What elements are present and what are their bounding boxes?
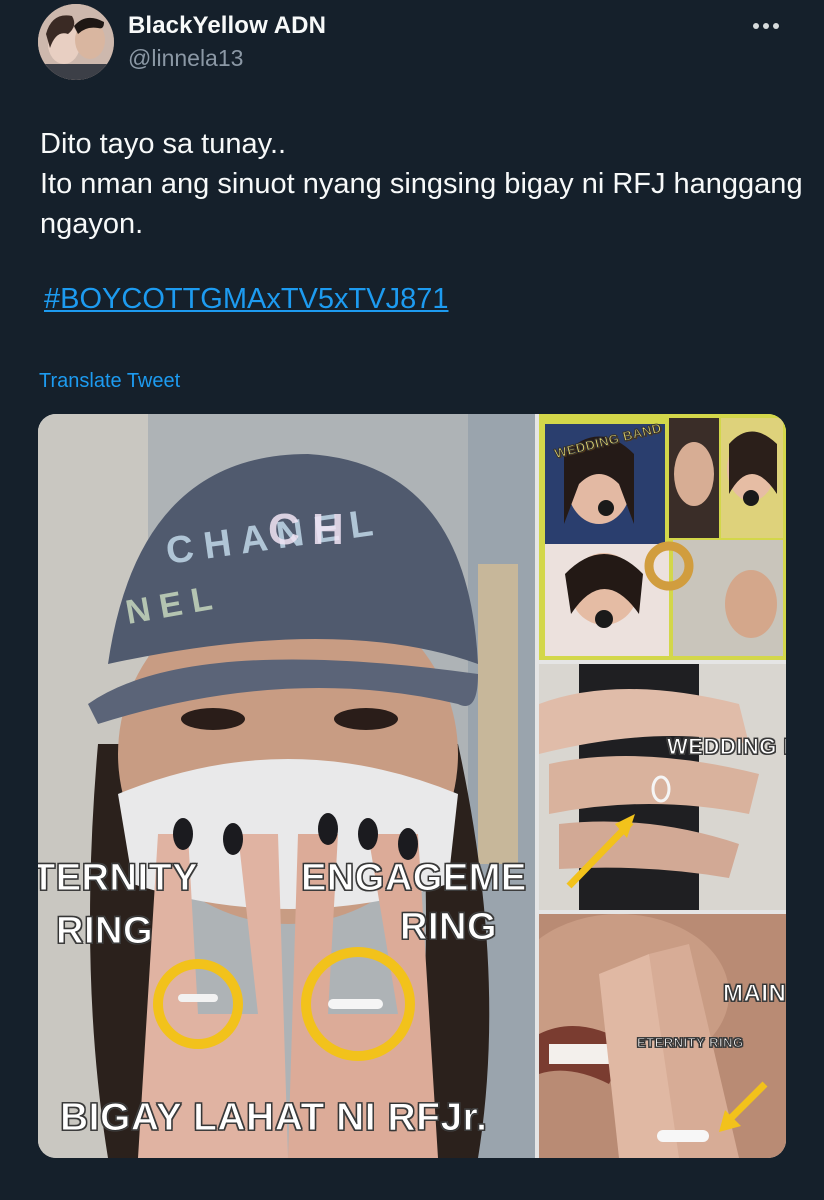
user-handle[interactable]: @linnela13 xyxy=(128,45,243,72)
avatar-image xyxy=(38,4,114,80)
media-photo-wedding-ring[interactable]: WEDDING R xyxy=(539,664,786,910)
label-bigay-lahat: BIGAY LAHAT NI RFJr. xyxy=(60,1096,488,1139)
tweet-text-line: Ito nman ang sinuot nyang singsing bigay… xyxy=(40,168,803,200)
label-eternity-ring: ETERNITY RING xyxy=(637,1035,744,1050)
hashtag-link[interactable]: #BOYCOTTGMAxTV5xTVJ871 xyxy=(44,283,449,316)
more-horizontal-icon-dot xyxy=(763,23,769,29)
more-horizontal-icon xyxy=(753,23,759,29)
main-photo-illustration: C H A N E L N E L C H xyxy=(38,414,535,1158)
more-horizontal-icon-dot xyxy=(773,23,779,29)
media-photo-eternity-ring[interactable]: MAINE ETERNITY RING xyxy=(539,914,786,1158)
more-options-button[interactable] xyxy=(746,10,786,42)
tweet-text-line: Dito tayo sa tunay.. xyxy=(40,128,287,160)
translate-tweet-link[interactable]: Translate Tweet xyxy=(39,370,180,393)
media-photo-wedding-band[interactable]: WEDDING BAND xyxy=(539,414,786,660)
tweet-page: BlackYellow ADN @linnela13 Dito tayo sa … xyxy=(0,0,824,1200)
label-engagement-ring-line1: ENGAGEME xyxy=(301,857,527,899)
svg-text:C H: C H xyxy=(268,505,344,554)
label-eternity-ring-line1: TERNITY xyxy=(38,857,199,899)
label-maine: MAINE xyxy=(723,980,786,1007)
tweet-media-grid[interactable]: C H A N E L N E L C H TERNITY RING ENGAG… xyxy=(38,414,786,1158)
label-wedding-ring: WEDDING R xyxy=(667,734,786,759)
wedding-ring-illustration xyxy=(539,664,786,910)
label-eternity-ring-line2: RING xyxy=(56,910,154,952)
display-name[interactable]: BlackYellow ADN xyxy=(128,12,326,40)
media-photo-main[interactable]: C H A N E L N E L C H TERNITY RING ENGAG… xyxy=(38,414,535,1158)
label-engagement-ring-line2: RING xyxy=(400,906,498,948)
avatar[interactable] xyxy=(38,4,114,80)
tweet-text-line: ngayon. xyxy=(40,208,144,240)
tweet-text: Dito tayo sa tunay.. Ito nman ang sinuot… xyxy=(40,124,803,244)
